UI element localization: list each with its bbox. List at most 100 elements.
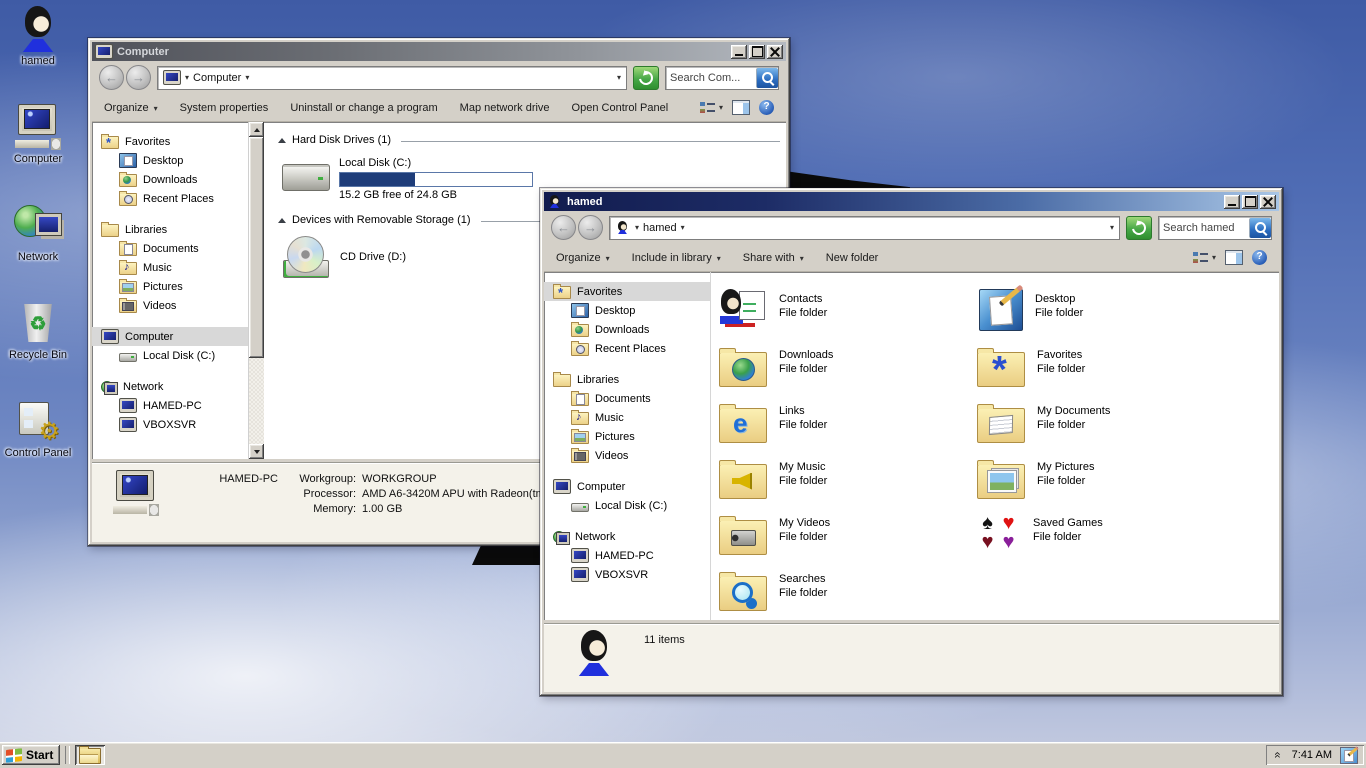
tree-item[interactable]: Documents: [92, 239, 248, 258]
toolbar-button[interactable]: Organize: [556, 252, 610, 264]
views-button[interactable]: [700, 101, 723, 114]
explorer-task-button[interactable]: [75, 745, 105, 765]
tree-item[interactable]: Libraries: [92, 220, 248, 239]
tree-item[interactable]: Local Disk (C:): [92, 346, 248, 365]
address-history-chevron-icon[interactable]: [617, 74, 621, 82]
tree-item[interactable]: Pictures: [544, 427, 710, 446]
address-segment[interactable]: hamed: [643, 222, 677, 234]
tree-item[interactable]: Pictures: [92, 277, 248, 296]
scrollbar-thumb[interactable]: [249, 137, 264, 358]
scrollbar-track[interactable]: [249, 137, 264, 444]
folder-item[interactable]: Searches File folder: [719, 566, 977, 613]
toolbar-button[interactable]: Include in library: [632, 252, 721, 264]
tree-item[interactable]: HAMED-PC: [92, 396, 248, 415]
desktop-icon[interactable]: Recycle Bin: [1, 300, 75, 361]
tree-item[interactable]: VBOXSVR: [544, 565, 710, 584]
tree-item[interactable]: Downloads: [92, 170, 248, 189]
tree-item[interactable]: Network: [544, 527, 710, 546]
minimize-button[interactable]: [1224, 195, 1240, 209]
search-button[interactable]: [756, 68, 778, 88]
chevron-down-icon[interactable]: [245, 74, 249, 82]
forward-button[interactable]: [126, 65, 151, 90]
address-bar[interactable]: hamed: [609, 216, 1120, 240]
toolbar-button[interactable]: Organize: [104, 102, 158, 114]
tree-item[interactable]: Favorites: [92, 132, 248, 151]
title-bar[interactable]: Computer: [92, 42, 786, 61]
folder-item[interactable]: My Pictures File folder: [977, 454, 1235, 501]
maximize-button[interactable]: [1242, 195, 1258, 209]
back-button[interactable]: [99, 65, 124, 90]
clock[interactable]: 7:41 AM: [1292, 749, 1332, 761]
folder-item[interactable]: My Music File folder: [719, 454, 977, 501]
folder-item[interactable]: Desktop File folder: [977, 286, 1235, 333]
tree-item[interactable]: Videos: [92, 296, 248, 315]
desktop-icon[interactable]: hamed: [1, 6, 75, 67]
preview-pane-icon[interactable]: [732, 100, 750, 115]
folder-item[interactable]: My Videos File folder: [719, 510, 977, 557]
search-input[interactable]: [666, 72, 756, 84]
back-button[interactable]: [551, 215, 576, 240]
desktop-icon-list: hamed Computer Network Recycle Bin Contr…: [1, 6, 75, 459]
toolbar-button[interactable]: New folder: [826, 252, 879, 264]
tree-item[interactable]: Computer: [544, 477, 710, 496]
tree-item[interactable]: Videos: [544, 446, 710, 465]
help-icon[interactable]: [759, 100, 774, 115]
tree-item[interactable]: HAMED-PC: [544, 546, 710, 565]
scrollbar[interactable]: [248, 122, 264, 459]
close-button[interactable]: [767, 45, 783, 59]
title-bar[interactable]: hamed: [544, 192, 1279, 211]
tree-item[interactable]: Music: [92, 258, 248, 277]
address-bar[interactable]: Computer: [157, 66, 627, 90]
chevron-down-icon[interactable]: [635, 224, 639, 232]
folder-item[interactable]: Links File folder: [719, 398, 977, 445]
toolbar-button[interactable]: Share with: [743, 252, 804, 264]
tree-item[interactable]: Local Disk (C:): [544, 496, 710, 515]
tree-item[interactable]: Documents: [544, 389, 710, 408]
chevron-down-icon[interactable]: [185, 74, 189, 82]
tree-item[interactable]: Network: [92, 377, 248, 396]
tree-item[interactable]: Computer: [92, 327, 248, 346]
folder-item[interactable]: Contacts File folder: [719, 286, 977, 333]
desktop-icon[interactable]: Control Panel: [1, 398, 75, 459]
tree-item[interactable]: Music: [544, 408, 710, 427]
search-input[interactable]: [1159, 222, 1249, 234]
close-button[interactable]: [1260, 195, 1276, 209]
toolbar-button[interactable]: System properties: [180, 102, 269, 114]
window-controls: [1224, 195, 1276, 209]
scroll-down-button[interactable]: [249, 444, 264, 459]
preview-pane-icon[interactable]: [1225, 250, 1243, 265]
toolbar-button[interactable]: Uninstall or change a program: [290, 102, 437, 114]
minimize-button[interactable]: [731, 45, 747, 59]
toolbar-button[interactable]: Open Control Panel: [572, 102, 669, 114]
refresh-button[interactable]: [633, 66, 659, 90]
address-history-chevron-icon[interactable]: [1110, 224, 1114, 232]
toolbar-button[interactable]: Map network drive: [460, 102, 550, 114]
tree-item[interactable]: Libraries: [544, 370, 710, 389]
tree-item[interactable]: VBOXSVR: [92, 415, 248, 434]
refresh-button[interactable]: [1126, 216, 1152, 240]
views-button[interactable]: [1193, 251, 1216, 264]
folder-item[interactable]: ♠♥♥♥ Saved Games File folder: [977, 510, 1235, 557]
tree-item[interactable]: Downloads: [544, 320, 710, 339]
tree-item[interactable]: Recent Places: [92, 189, 248, 208]
tree-item[interactable]: Favorites: [544, 282, 710, 301]
help-icon[interactable]: [1252, 250, 1267, 265]
folder-item[interactable]: Downloads File folder: [719, 342, 977, 389]
address-segment[interactable]: Computer: [193, 72, 241, 84]
desktop-icon[interactable]: Network: [1, 202, 75, 263]
search-button[interactable]: [1249, 218, 1271, 238]
tray-app-icon[interactable]: [1340, 747, 1358, 764]
tree-item[interactable]: Desktop: [92, 151, 248, 170]
tree-item[interactable]: Desktop: [544, 301, 710, 320]
show-hidden-icons-chevron-icon[interactable]: [1271, 749, 1285, 761]
forward-button[interactable]: [578, 215, 603, 240]
start-button[interactable]: Start: [2, 745, 60, 765]
tree-item[interactable]: Recent Places: [544, 339, 710, 358]
folder-item[interactable]: Favorites File folder: [977, 342, 1235, 389]
folder-item[interactable]: My Documents File folder: [977, 398, 1235, 445]
desktop-icon[interactable]: Computer: [1, 104, 75, 165]
chevron-down-icon[interactable]: [681, 224, 685, 232]
group-header[interactable]: Hard Disk Drives (1): [278, 132, 786, 148]
scroll-up-button[interactable]: [249, 122, 264, 137]
maximize-button[interactable]: [749, 45, 765, 59]
